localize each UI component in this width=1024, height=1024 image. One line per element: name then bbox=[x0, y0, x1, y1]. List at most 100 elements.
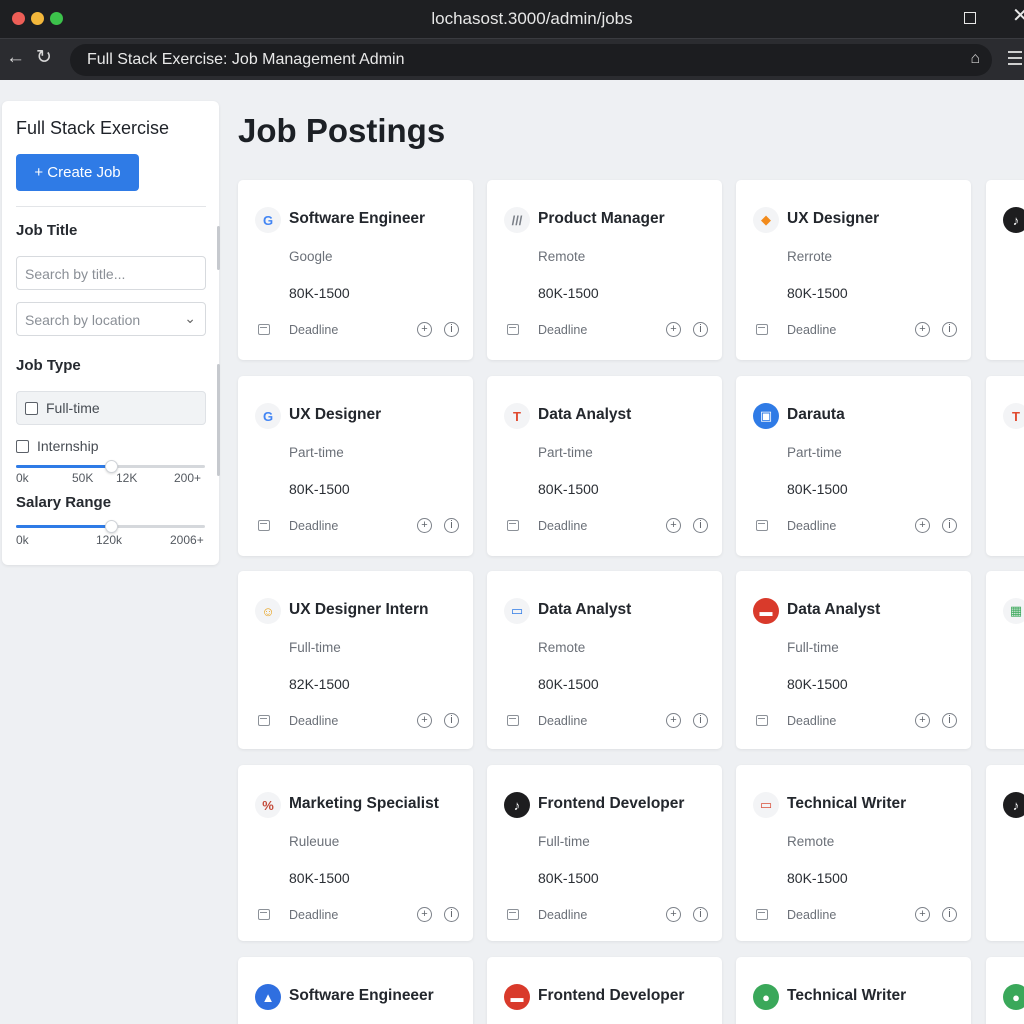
company-logo-icon: G bbox=[255, 207, 281, 233]
add-circle-icon[interactable]: + bbox=[417, 907, 432, 922]
back-arrow-icon[interactable]: ← bbox=[6, 47, 25, 69]
company-logo-icon: T bbox=[1003, 403, 1024, 429]
job-salary: 80K-1500 bbox=[787, 870, 848, 886]
job-deadline: Deadline bbox=[289, 908, 339, 922]
job-deadline: Deadline bbox=[787, 714, 837, 728]
company-logo-icon: ▲ bbox=[255, 984, 281, 1010]
add-circle-icon[interactable]: + bbox=[915, 518, 930, 533]
range-tick: 50K bbox=[72, 471, 94, 485]
add-circle-icon[interactable]: + bbox=[417, 713, 432, 728]
calendar-icon bbox=[756, 715, 768, 726]
address-bar[interactable]: Full Stack Exercise: Job Management Admi… bbox=[70, 44, 992, 76]
job-card[interactable]: ♪ Frontend Developer Full-time 80K-1500 … bbox=[487, 765, 722, 941]
job-card[interactable]: ▦ + i bbox=[986, 571, 1024, 749]
job-type-internship[interactable]: Internship bbox=[16, 438, 98, 454]
info-circle-icon[interactable]: i bbox=[693, 322, 708, 337]
job-deadline: Deadline bbox=[289, 323, 339, 337]
salary-tick: 0k bbox=[16, 533, 29, 547]
window-url-title: lochasost.3000/admin/jobs bbox=[431, 9, 633, 28]
job-salary: 80K-1500 bbox=[787, 676, 848, 692]
job-card[interactable]: ▣ Darauta Part-time 80K-1500 Deadline + … bbox=[736, 376, 971, 556]
calendar-icon bbox=[507, 715, 519, 726]
job-card[interactable]: ● + i bbox=[986, 957, 1024, 1024]
job-title: Darauta bbox=[787, 406, 845, 423]
checkbox-icon[interactable] bbox=[16, 439, 29, 453]
job-type: Part-time bbox=[538, 445, 593, 460]
add-circle-icon[interactable]: + bbox=[915, 322, 930, 337]
add-circle-icon[interactable]: + bbox=[915, 907, 930, 922]
job-card[interactable]: ♪ + i bbox=[986, 765, 1024, 941]
info-circle-icon[interactable]: i bbox=[942, 713, 957, 728]
job-card[interactable]: ▬ Data Analyst Full-time 80K-1500 Deadli… bbox=[736, 571, 971, 749]
job-card[interactable]: ◆ UX Designer Rerrote 80K-1500 Deadline … bbox=[736, 180, 971, 360]
checkbox-icon[interactable] bbox=[25, 401, 38, 415]
job-type: Google bbox=[289, 249, 333, 264]
range-slider[interactable] bbox=[16, 460, 205, 473]
job-card[interactable]: ♪ + i bbox=[986, 180, 1024, 360]
close-icon[interactable]: ✕ bbox=[1012, 6, 1024, 26]
salary-slider-handle[interactable] bbox=[104, 520, 118, 533]
info-circle-icon[interactable]: i bbox=[693, 907, 708, 922]
add-circle-icon[interactable]: + bbox=[666, 713, 681, 728]
job-card[interactable]: % Marketing Specialist Ruleuue 80K-1500 … bbox=[238, 765, 473, 941]
job-title: UX Designer Intern bbox=[289, 601, 429, 618]
add-circle-icon[interactable]: + bbox=[666, 322, 681, 337]
add-circle-icon[interactable]: + bbox=[666, 518, 681, 533]
job-card[interactable]: ● Technical Writer + i bbox=[736, 957, 971, 1024]
sidebar-scrollbar-2[interactable] bbox=[217, 364, 220, 476]
info-circle-icon[interactable]: i bbox=[942, 518, 957, 533]
job-type: Part-time bbox=[787, 445, 842, 460]
create-job-button[interactable]: + Create Job bbox=[16, 154, 139, 191]
info-circle-icon[interactable]: i bbox=[942, 322, 957, 337]
job-type-fulltime-label: Full-time bbox=[46, 400, 100, 416]
reload-icon[interactable]: ↻ bbox=[36, 47, 52, 69]
job-type: Ruleuue bbox=[289, 834, 340, 849]
info-circle-icon[interactable]: i bbox=[942, 907, 957, 922]
job-type: Remote bbox=[538, 249, 586, 264]
shield-star-icon[interactable]: ⌂ bbox=[970, 50, 980, 68]
sidebar-title: Full Stack Exercise bbox=[16, 118, 170, 138]
add-circle-icon[interactable]: + bbox=[915, 713, 930, 728]
company-logo-icon: ▬ bbox=[753, 598, 779, 624]
job-card[interactable]: ☺ UX Designer Intern Full-time 82K-1500 … bbox=[238, 571, 473, 749]
calendar-icon bbox=[756, 324, 768, 335]
job-title: Frontend Developer bbox=[538, 987, 685, 1004]
browser-toolbar: ← ↻ Full Stack Exercise: Job Management … bbox=[0, 38, 1024, 80]
location-search-select[interactable]: Search by location ⌄ bbox=[16, 302, 206, 336]
job-card[interactable]: ▭ Technical Writer Remote 80K-1500 Deadl… bbox=[736, 765, 971, 941]
job-card[interactable]: T + i bbox=[986, 376, 1024, 556]
calendar-icon bbox=[756, 520, 768, 531]
title-search-input[interactable]: Search by title... bbox=[16, 256, 206, 290]
job-title: UX Designer bbox=[289, 406, 382, 423]
job-card[interactable]: G UX Designer Part-time 80K-1500 Deadlin… bbox=[238, 376, 473, 556]
job-card[interactable]: G Software Engineer Google 80K-1500 Dead… bbox=[238, 180, 473, 360]
job-title: Technical Writer bbox=[787, 987, 907, 1004]
range-tick: 200+ bbox=[174, 471, 202, 485]
company-logo-icon: ▣ bbox=[753, 403, 779, 429]
job-card[interactable]: ▭ Data Analyst Remote 80K-1500 Deadline … bbox=[487, 571, 722, 749]
job-type-fulltime[interactable]: Full-time bbox=[16, 391, 206, 425]
add-circle-icon[interactable]: + bbox=[417, 518, 432, 533]
job-card[interactable]: ▲ Software Engineeer + i bbox=[238, 957, 473, 1024]
add-circle-icon[interactable]: + bbox=[666, 907, 681, 922]
info-circle-icon[interactable]: i bbox=[693, 713, 708, 728]
company-logo-icon: ☺ bbox=[255, 598, 281, 624]
info-circle-icon[interactable]: i bbox=[444, 907, 459, 922]
job-deadline: Deadline bbox=[538, 908, 588, 922]
job-card[interactable]: /// Product Manager Remote 80K-1500 Dead… bbox=[487, 180, 722, 360]
job-deadline: Deadline bbox=[787, 908, 837, 922]
company-logo-icon: ♪ bbox=[504, 792, 530, 818]
company-logo-icon: ● bbox=[753, 984, 779, 1010]
sidebar-scrollbar[interactable] bbox=[217, 226, 220, 270]
job-card[interactable]: ▬ Frontend Developer + i bbox=[487, 957, 722, 1024]
hamburger-menu-icon[interactable] bbox=[1008, 51, 1022, 69]
add-circle-icon[interactable]: + bbox=[417, 322, 432, 337]
job-card[interactable]: T Data Analyst Part-time 80K-1500 Deadli… bbox=[487, 376, 722, 556]
info-circle-icon[interactable]: i bbox=[693, 518, 708, 533]
salary-slider[interactable] bbox=[16, 520, 205, 533]
info-circle-icon[interactable]: i bbox=[444, 322, 459, 337]
maximize-icon[interactable] bbox=[964, 12, 976, 24]
info-circle-icon[interactable]: i bbox=[444, 713, 459, 728]
job-deadline: Deadline bbox=[787, 323, 837, 337]
info-circle-icon[interactable]: i bbox=[444, 518, 459, 533]
